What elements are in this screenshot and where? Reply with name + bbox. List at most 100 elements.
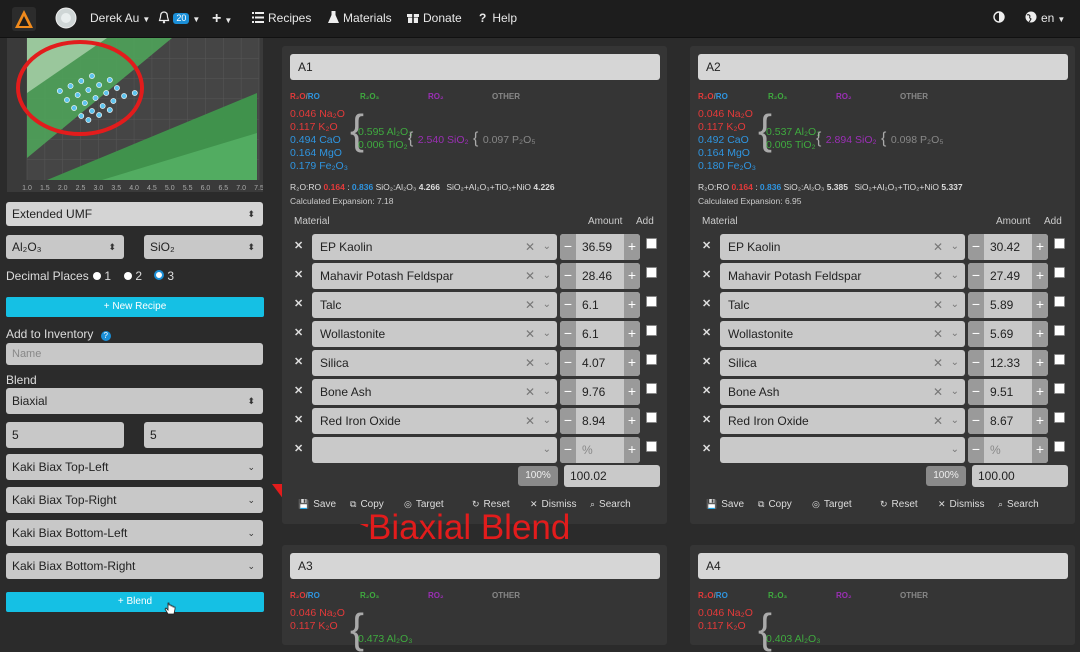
amount-stepper[interactable]: −12.33 + <box>968 350 1048 376</box>
clear-icon[interactable]: ✕ <box>933 263 943 289</box>
decrement-button[interactable]: − <box>560 321 576 347</box>
material-select[interactable]: Red Iron Oxide ✕ ⌄ <box>720 408 965 434</box>
chevron-down-icon[interactable]: ⌄ <box>951 350 959 376</box>
search-button[interactable]: ⌕ Search <box>590 499 631 510</box>
chart-point[interactable] <box>103 90 110 96</box>
clear-icon[interactable]: ✕ <box>933 234 943 260</box>
chevron-down-icon[interactable]: ⌄ <box>951 234 959 260</box>
decrement-button[interactable]: − <box>560 379 576 405</box>
increment-button[interactable]: + <box>624 263 640 289</box>
material-select[interactable]: Wollastonite ✕ ⌄ <box>312 321 557 347</box>
add-checkbox[interactable] <box>646 296 657 307</box>
decrement-button[interactable]: − <box>968 321 984 347</box>
clear-icon[interactable]: ✕ <box>525 321 535 347</box>
search-button[interactable]: ⌕ Search <box>998 499 1039 510</box>
chevron-down-icon[interactable]: ⌄ <box>951 437 959 463</box>
save-button[interactable]: 💾 Save <box>706 499 744 510</box>
amount-stepper[interactable]: −30.42 + <box>968 234 1048 260</box>
chevron-down-icon[interactable]: ⌄ <box>543 437 551 463</box>
app-logo[interactable] <box>12 0 36 37</box>
umf-chart[interactable]: 1.0 1.5 2.0 2.5 3.0 3.5 4.0 4.5 5.0 5.5 6.0 6.5 7.0 7… <box>7 38 263 192</box>
amount-value[interactable]: 12.33 <box>990 350 1020 376</box>
add-checkbox[interactable] <box>1054 383 1065 394</box>
material-select[interactable]: Silica ✕ ⌄ <box>312 350 557 376</box>
chart-point[interactable] <box>106 77 113 83</box>
chevron-down-icon[interactable]: ⌄ <box>951 263 959 289</box>
chart-point[interactable] <box>85 117 92 123</box>
chevron-down-icon[interactable]: ⌄ <box>951 292 959 318</box>
increment-button[interactable]: + <box>624 379 640 405</box>
decrement-button[interactable]: − <box>968 234 984 260</box>
increment-button[interactable]: + <box>624 234 640 260</box>
chart-point[interactable] <box>78 78 85 84</box>
chart-point[interactable] <box>67 83 74 89</box>
clear-icon[interactable]: ✕ <box>933 408 943 434</box>
chevron-down-icon[interactable]: ⌄ <box>951 321 959 347</box>
notifications-menu[interactable]: 20 ▼ <box>158 0 200 37</box>
amount-stepper[interactable]: −28.46 + <box>560 263 640 289</box>
amount-value[interactable]: 6.1 <box>582 321 599 347</box>
add-checkbox[interactable] <box>646 325 657 336</box>
clear-icon[interactable]: ✕ <box>525 350 535 376</box>
percent-100-button[interactable]: 100% <box>518 466 558 486</box>
add-checkbox[interactable] <box>646 383 657 394</box>
chevron-down-icon[interactable]: ⌄ <box>951 379 959 405</box>
decrement-button[interactable]: − <box>560 263 576 289</box>
amount-value[interactable]: 27.49 <box>990 263 1020 289</box>
blend-cols-input[interactable]: 5 <box>144 422 263 448</box>
avatar[interactable] <box>55 0 77 37</box>
increment-button[interactable]: + <box>1032 321 1048 347</box>
decrement-button[interactable]: − <box>560 234 576 260</box>
nav-donate[interactable]: Donate <box>407 0 462 37</box>
amount-stepper[interactable]: −8.94 + <box>560 408 640 434</box>
decimal-option-3[interactable]: 3 <box>154 269 174 283</box>
chart-point[interactable] <box>74 92 81 98</box>
increment-button[interactable]: + <box>624 292 640 318</box>
decrement-button[interactable]: − <box>968 408 984 434</box>
copy-button[interactable]: ⧉ Copy <box>758 499 792 510</box>
remove-row-icon[interactable]: ✕ <box>294 442 303 455</box>
remove-row-icon[interactable]: ✕ <box>294 297 303 310</box>
add-checkbox[interactable] <box>646 412 657 423</box>
radio-checked-icon[interactable] <box>154 270 164 280</box>
theme-toggle[interactable] <box>993 0 1005 37</box>
increment-button[interactable]: + <box>1032 263 1048 289</box>
add-checkbox[interactable] <box>1054 238 1065 249</box>
target-button[interactable]: ◎ Target <box>812 499 852 510</box>
decimal-option-2[interactable]: 2 <box>124 269 142 283</box>
nav-help[interactable]: ? Help <box>479 0 517 37</box>
increment-button[interactable]: + <box>1032 350 1048 376</box>
amount-value[interactable]: 5.69 <box>990 321 1013 347</box>
amount-value[interactable]: 9.76 <box>582 379 605 405</box>
add-menu[interactable]: + ▼ <box>212 0 232 37</box>
corner-select-top-right[interactable]: Kaki Biax Top-Right ⌄ <box>6 487 263 513</box>
help-circle-icon[interactable]: ? <box>100 331 111 341</box>
add-checkbox[interactable] <box>1054 325 1065 336</box>
material-select[interactable]: Mahavir Potash Feldspar ✕ ⌄ <box>312 263 557 289</box>
remove-row-icon[interactable]: ✕ <box>702 355 711 368</box>
new-recipe-button[interactable]: + New Recipe <box>6 297 264 317</box>
chevron-down-icon[interactable]: ⌄ <box>543 350 551 376</box>
material-select[interactable]: EP Kaolin ✕ ⌄ <box>720 234 965 260</box>
material-select[interactable]: EP Kaolin ✕ ⌄ <box>312 234 557 260</box>
amount-stepper[interactable]: −9.51 + <box>968 379 1048 405</box>
decrement-button[interactable]: − <box>560 350 576 376</box>
amount-value[interactable]: 8.67 <box>990 408 1013 434</box>
material-select[interactable]: Red Iron Oxide ✕ ⌄ <box>312 408 557 434</box>
add-checkbox[interactable] <box>646 238 657 249</box>
increment-button[interactable]: + <box>624 321 640 347</box>
add-checkbox[interactable] <box>1054 412 1065 423</box>
chart-point[interactable] <box>96 112 102 118</box>
chevron-down-icon[interactable]: ⌄ <box>951 408 959 434</box>
chart-point[interactable] <box>64 97 70 103</box>
clear-icon[interactable]: ✕ <box>525 234 535 260</box>
chevron-down-icon[interactable]: ⌄ <box>543 379 551 405</box>
increment-button[interactable]: + <box>624 408 640 434</box>
amount-stepper[interactable]: −% + <box>560 437 640 463</box>
remove-row-icon[interactable]: ✕ <box>702 268 711 281</box>
decrement-button[interactable]: − <box>968 437 984 463</box>
material-select[interactable]: Bone Ash ✕ ⌄ <box>720 379 965 405</box>
amount-value[interactable]: 30.42 <box>990 234 1020 260</box>
user-menu[interactable]: Derek Au ▼ <box>90 0 150 37</box>
amount-stepper[interactable]: −6.1 + <box>560 292 640 318</box>
